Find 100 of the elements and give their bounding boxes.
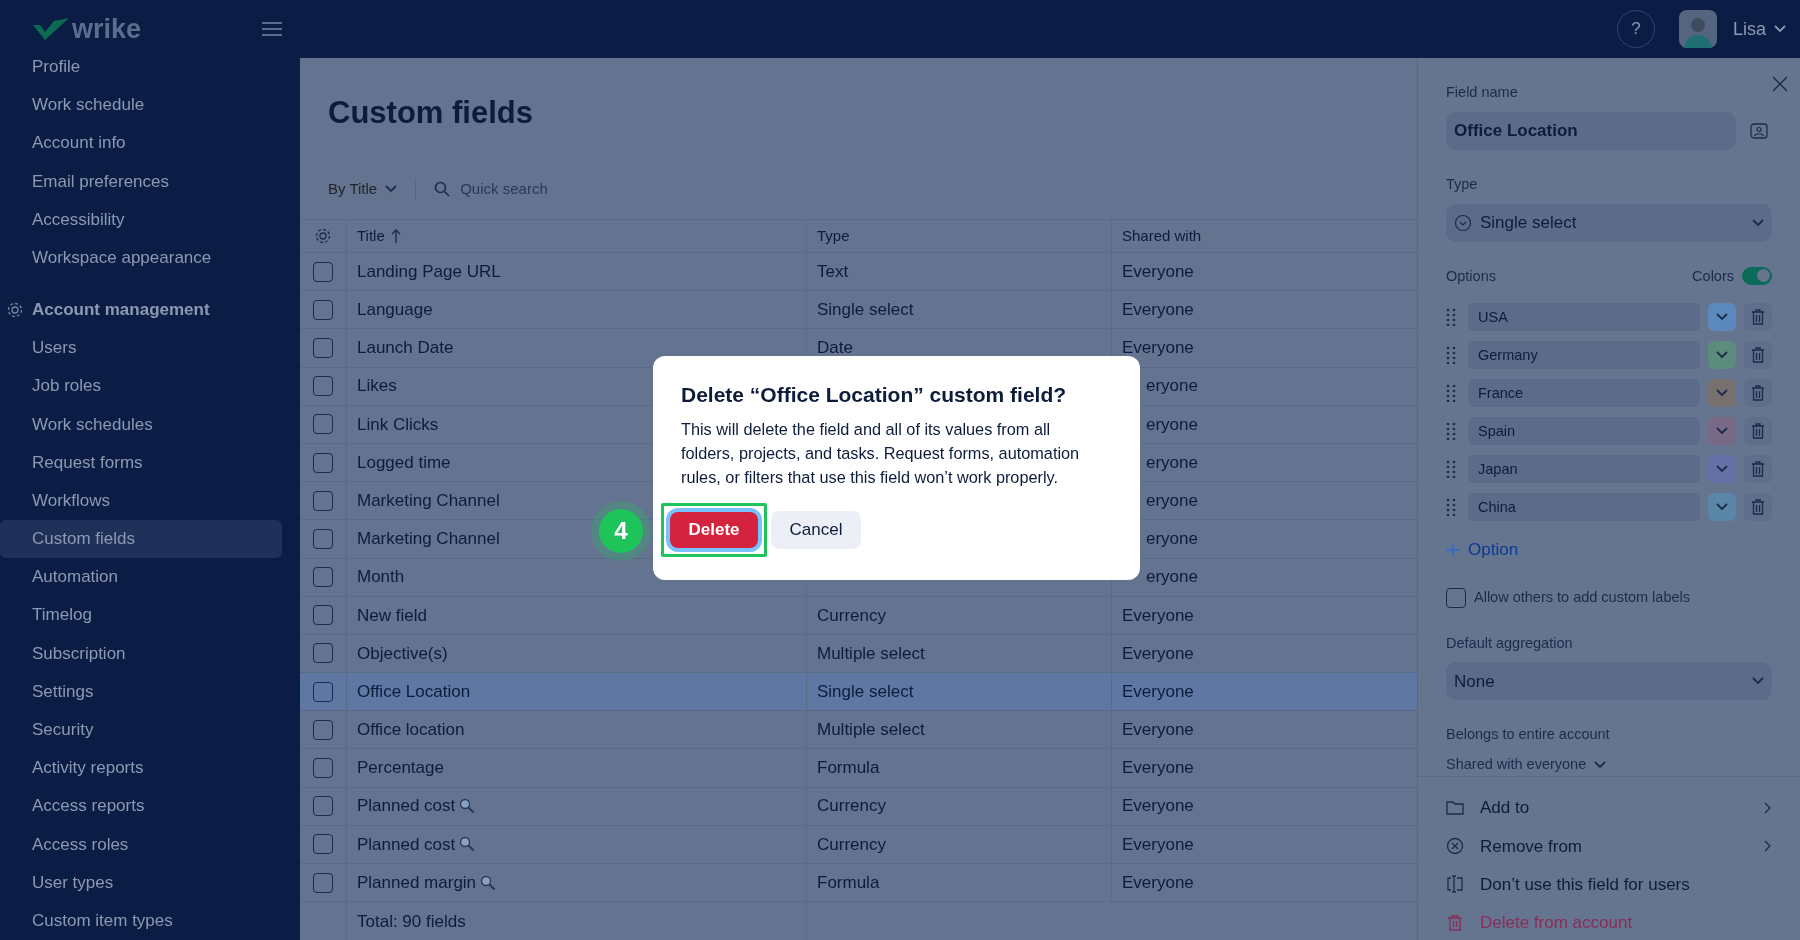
table-cell-text: Office location bbox=[356, 719, 465, 742]
row-checkbox[interactable] bbox=[313, 605, 333, 626]
color-picker[interactable] bbox=[1708, 303, 1736, 332]
option-field[interactable]: China bbox=[1468, 493, 1700, 522]
row-checkbox[interactable] bbox=[313, 299, 333, 320]
row-checkbox[interactable] bbox=[313, 376, 333, 397]
checkbox[interactable] bbox=[1446, 587, 1466, 608]
name-field[interactable]: Office Location bbox=[1446, 111, 1736, 150]
sidebar-item[interactable]: Access roles bbox=[0, 825, 282, 864]
table-cell-text: Everyone bbox=[1121, 604, 1194, 627]
delete-option-button[interactable] bbox=[1744, 341, 1772, 370]
sidebar-item[interactable]: Profile bbox=[0, 48, 282, 87]
sidebar-item[interactable]: Work schedule bbox=[0, 86, 282, 125]
row-checkbox[interactable] bbox=[313, 681, 333, 702]
sidebar-item[interactable]: Request forms bbox=[0, 443, 282, 482]
action-item[interactable]: Remove from bbox=[1446, 827, 1772, 866]
row-checkbox[interactable] bbox=[313, 414, 333, 435]
sidebar-item[interactable]: Activity reports bbox=[0, 749, 282, 788]
column-header[interactable]: Title bbox=[347, 224, 385, 248]
sidebar-item[interactable]: User types bbox=[0, 863, 282, 902]
aggregation-dropdown[interactable]: None bbox=[1446, 662, 1772, 701]
row-checkbox[interactable] bbox=[313, 528, 333, 549]
table-cell-text: Formula bbox=[816, 871, 880, 894]
table-cell-text: Currency bbox=[816, 833, 886, 856]
option-field[interactable]: Japan bbox=[1468, 455, 1700, 484]
colors-toggle[interactable] bbox=[1742, 267, 1772, 286]
table-cell-text: Marketing Channel bbox=[356, 489, 500, 512]
sidebar-item[interactable]: Workflows bbox=[0, 481, 282, 521]
row-checkbox[interactable] bbox=[313, 567, 333, 588]
check-logo-icon bbox=[32, 17, 70, 41]
option-field[interactable]: France bbox=[1468, 379, 1700, 408]
delete-option-button[interactable] bbox=[1744, 455, 1772, 484]
sidebar-item[interactable]: Users bbox=[0, 329, 282, 368]
table-cell-text: Link Clicks bbox=[356, 413, 439, 436]
total-count: Total: 90 fields bbox=[356, 911, 466, 934]
dialog-message: This will delete the field and all of its values from all folders, projects, and tasks. Request forms, automation rules, or filters that use this field won’t work properly. bbox=[681, 419, 1081, 489]
sidebar-item[interactable]: Subscription bbox=[0, 634, 282, 673]
dialog-title: Delete “Office Location” custom field? bbox=[681, 382, 1068, 408]
row-checkbox[interactable] bbox=[313, 872, 333, 893]
row-checkbox[interactable] bbox=[313, 261, 333, 282]
sharing-dropdown[interactable]: Shared with everyone bbox=[1446, 754, 1607, 776]
cancel-button[interactable]: Cancel bbox=[771, 511, 861, 550]
table-cell-text: eryone bbox=[1145, 489, 1198, 512]
search-field[interactable]: Quick search bbox=[458, 176, 659, 202]
section-heading: Account management bbox=[32, 299, 210, 322]
option-field[interactable]: USA bbox=[1468, 303, 1700, 332]
delete-option-button[interactable] bbox=[1744, 303, 1772, 332]
column-header[interactable]: Type bbox=[807, 224, 850, 248]
type-dropdown[interactable]: Single select bbox=[1446, 203, 1772, 242]
action-item[interactable]: Add to bbox=[1446, 789, 1772, 828]
sidebar-item[interactable]: Email preferences bbox=[0, 162, 282, 201]
row-checkbox[interactable] bbox=[313, 834, 333, 855]
color-picker[interactable] bbox=[1708, 455, 1736, 484]
field-label: Belongs to entire account bbox=[1446, 725, 1611, 745]
row-checkbox[interactable] bbox=[313, 452, 333, 473]
sidebar-item[interactable]: Settings bbox=[0, 672, 282, 711]
trash-icon bbox=[1751, 499, 1765, 516]
user-name[interactable]: Lisa bbox=[1732, 15, 1766, 43]
sidebar-item[interactable]: Work schedules bbox=[0, 405, 282, 444]
column-icon bbox=[1446, 875, 1464, 894]
row-checkbox[interactable] bbox=[313, 796, 333, 817]
sidebar-item[interactable]: Access reports bbox=[0, 787, 282, 826]
table-cell-text: eryone bbox=[1145, 451, 1198, 474]
drag-handle-icon bbox=[1446, 346, 1456, 365]
row-checkbox[interactable] bbox=[313, 337, 333, 358]
option-field[interactable]: Spain bbox=[1468, 417, 1700, 446]
delete-option-button[interactable] bbox=[1744, 379, 1772, 408]
sidebar-item[interactable]: Custom item types bbox=[0, 901, 282, 940]
menu-icon bbox=[262, 21, 282, 37]
sidebar-item[interactable]: Accessibility bbox=[0, 200, 282, 239]
sidebar-item[interactable]: Security bbox=[0, 711, 282, 750]
color-picker[interactable] bbox=[1708, 417, 1736, 446]
sidebar-item[interactable]: Job roles bbox=[0, 367, 282, 406]
action-item[interactable]: Don’t use this field for users bbox=[1446, 865, 1772, 904]
sort-dropdown[interactable]: By Title bbox=[328, 177, 398, 201]
row-checkbox[interactable] bbox=[313, 490, 333, 511]
table-cell-text: Everyone bbox=[1121, 260, 1194, 283]
sidebar-item[interactable]: Account info bbox=[0, 124, 282, 163]
sidebar-item[interactable]: Workspace appearance bbox=[0, 238, 282, 278]
circle-chevron-icon bbox=[1454, 213, 1472, 232]
color-picker[interactable] bbox=[1708, 341, 1736, 370]
table-cell-text: Single select bbox=[816, 680, 914, 703]
option-field[interactable]: Germany bbox=[1468, 341, 1700, 370]
column-header[interactable]: Shared with bbox=[1112, 224, 1202, 248]
row-checkbox[interactable] bbox=[313, 719, 333, 740]
table-cell-text: New field bbox=[356, 604, 427, 627]
table-cell-text: Launch Date bbox=[356, 337, 454, 360]
table-cell-text: Everyone bbox=[1121, 719, 1194, 742]
color-picker[interactable] bbox=[1708, 493, 1736, 522]
page-title: Custom fields bbox=[327, 94, 534, 132]
sidebar-item[interactable]: Timelog bbox=[0, 596, 282, 635]
sidebar-item[interactable]: Custom fields bbox=[0, 520, 282, 559]
color-picker[interactable] bbox=[1708, 379, 1736, 408]
delete-option-button[interactable] bbox=[1744, 417, 1772, 446]
delete-option-button[interactable] bbox=[1744, 493, 1772, 522]
row-checkbox[interactable] bbox=[313, 758, 333, 779]
row-checkbox[interactable] bbox=[313, 643, 333, 664]
table-cell-text: Percentage bbox=[356, 757, 444, 780]
avatar bbox=[1678, 10, 1717, 48]
sidebar-item[interactable]: Automation bbox=[0, 558, 282, 597]
